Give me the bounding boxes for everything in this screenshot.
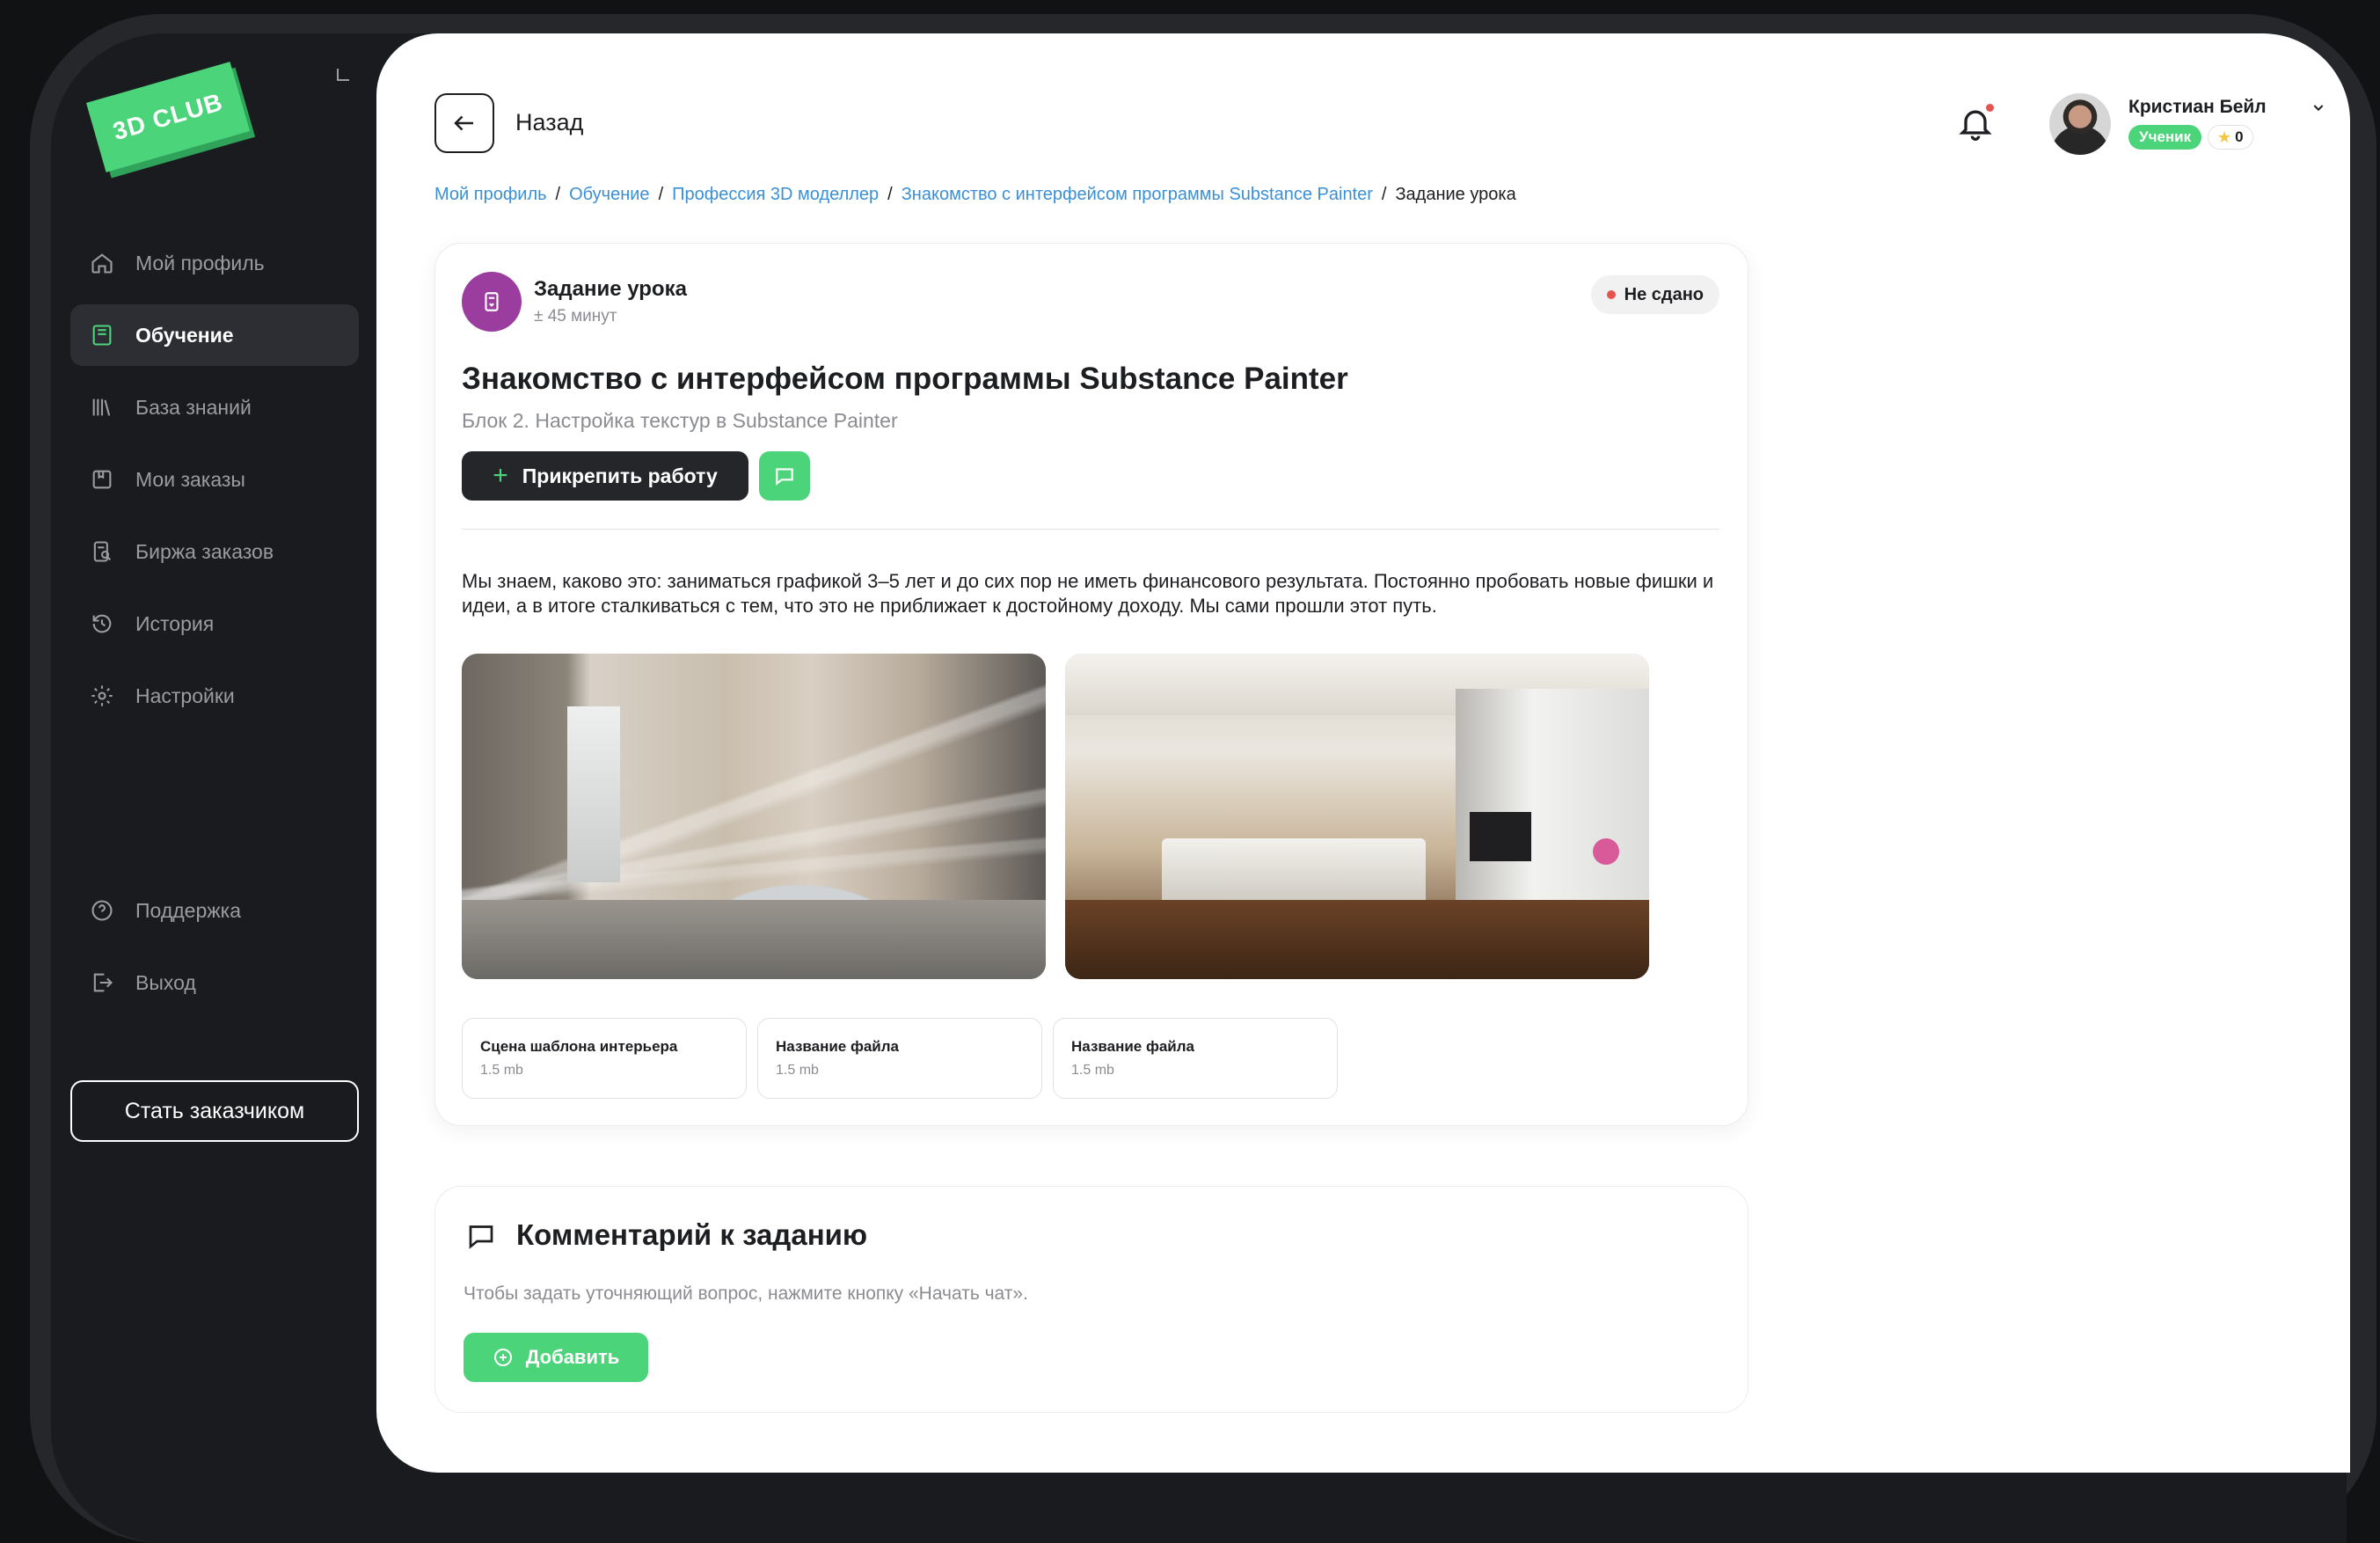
image-windows <box>1456 689 1649 918</box>
sidebar-item-profile[interactable]: Мой профиль <box>70 232 359 294</box>
star-icon: ★ <box>2217 128 2232 146</box>
sidebar-item-label: Настройки <box>135 684 235 707</box>
plus-circle-icon <box>493 1349 512 1366</box>
comment-icon <box>469 1225 493 1249</box>
file-name: Название файла <box>1071 1038 1195 1055</box>
attach-work-label: Прикрепить работу <box>522 464 718 487</box>
sidebar-item-settings[interactable]: Настройки <box>70 665 359 727</box>
file-list: Сцена шаблона интерьера 1.5 mb Название … <box>462 1018 1338 1099</box>
orders-icon <box>90 467 114 492</box>
sidebar-nav: Мой профиль Обучение База знаний Мои зак… <box>70 232 359 737</box>
logo[interactable]: 3D CLUB <box>85 62 251 172</box>
back-button[interactable] <box>434 93 494 153</box>
avatar[interactable] <box>2049 93 2111 155</box>
breadcrumb-separator: / <box>555 185 561 204</box>
task-duration: ± 45 минут <box>534 307 617 325</box>
logo-text: 3D CLUB <box>109 87 226 146</box>
back-label[interactable]: Назад <box>515 109 583 136</box>
comment-card: Комментарий к заданию Чтобы задать уточн… <box>434 1186 1748 1413</box>
file-size: 1.5 mb <box>776 1063 819 1078</box>
chevron-down-icon[interactable] <box>2311 100 2325 114</box>
logout-icon <box>90 970 114 995</box>
task-subtitle: Блок 2. Настройка текстур в Substance Pa… <box>462 409 898 432</box>
image-floor <box>1065 900 1649 979</box>
image-floor <box>462 900 1046 979</box>
status-badge: Не сдано <box>1590 275 1719 314</box>
library-icon <box>90 395 114 420</box>
breadcrumb-separator: / <box>1381 185 1387 204</box>
file-item[interactable]: Название файла 1.5 mb <box>1053 1018 1338 1099</box>
sidebar-item-label: База знаний <box>135 395 252 419</box>
sidebar-item-label: Обучение <box>135 323 234 347</box>
gear-icon <box>90 684 114 708</box>
breadcrumb-link[interactable]: Мой профиль <box>434 185 547 205</box>
sidebar-item-logout[interactable]: Выход <box>70 952 359 1013</box>
book-icon <box>90 323 114 347</box>
become-customer-button[interactable]: Стать заказчиком <box>70 1080 359 1142</box>
main-content: Назад Кристиан Бейл Ученик ★ 0 Мой профил… <box>376 33 2350 1473</box>
status-dot <box>1606 290 1616 299</box>
task-icon <box>462 272 522 332</box>
sidebar-item-label: Мои заказы <box>135 467 245 491</box>
role-badge: Ученик <box>2128 125 2202 150</box>
breadcrumb-current: Задание урока <box>1395 185 1516 204</box>
sidebar-item-label: Биржа заказов <box>135 539 274 563</box>
add-comment-button[interactable]: Добавить <box>464 1333 648 1382</box>
image-flower <box>1593 838 1619 865</box>
breadcrumb-separator: / <box>658 185 664 204</box>
chat-button[interactable] <box>759 451 810 501</box>
sidebar-item-label: Выход <box>135 970 196 994</box>
sidebar-item-my-orders[interactable]: Мои заказы <box>70 449 359 510</box>
interior-image-2[interactable] <box>1065 654 1649 979</box>
notification-dot <box>1986 104 1994 112</box>
sidebar-item-knowledge-base[interactable]: База знаний <box>70 377 359 438</box>
attach-work-button[interactable]: + Прикрепить работу <box>462 451 748 501</box>
sidebar-item-learning[interactable]: Обучение <box>70 304 359 366</box>
chat-icon <box>776 468 793 486</box>
user-name[interactable]: Кристиан Бейл <box>2128 97 2267 118</box>
arrow-left-icon <box>454 115 473 131</box>
history-icon <box>90 611 114 636</box>
sidebar-item-label: История <box>135 611 215 635</box>
image-window <box>567 706 620 882</box>
plus-icon: + <box>493 461 508 490</box>
task-description: Мы знаем, каково это: заниматься графико… <box>462 570 1714 617</box>
sidebar-item-label: Поддержка <box>135 898 241 922</box>
file-item[interactable]: Сцена шаблона интерьера 1.5 mb <box>462 1018 747 1099</box>
points-badge: ★ 0 <box>2208 125 2253 150</box>
breadcrumb-link[interactable]: Профессия 3D моделлер <box>672 185 879 205</box>
add-comment-label: Добавить <box>525 1346 620 1368</box>
breadcrumb-link[interactable]: Обучение <box>569 185 649 205</box>
sidebar-item-order-exchange[interactable]: Биржа заказов <box>70 521 359 582</box>
file-size: 1.5 mb <box>1071 1063 1114 1078</box>
breadcrumb: Мой профиль / Обучение / Профессия 3D моде… <box>434 185 1516 205</box>
divider <box>462 529 1719 530</box>
comment-title: Комментарий к заданию <box>516 1218 868 1251</box>
sidebar-bottom-nav: Поддержка Выход <box>70 880 359 1024</box>
points-value: 0 <box>2235 128 2244 145</box>
file-size: 1.5 mb <box>480 1063 523 1078</box>
home-icon <box>90 251 114 275</box>
file-item[interactable]: Название файла 1.5 mb <box>757 1018 1042 1099</box>
image-tv <box>1470 812 1531 861</box>
help-icon <box>90 898 114 923</box>
sidebar: 3D CLUB Мой профиль Обучение База знаний… <box>51 33 429 1543</box>
file-name: Сцена шаблона интерьера <box>480 1038 678 1055</box>
comment-hint: Чтобы задать уточняющий вопрос, нажмите … <box>464 1283 1028 1304</box>
exchange-icon <box>90 539 114 564</box>
sidebar-item-history[interactable]: История <box>70 593 359 654</box>
breadcrumb-separator: / <box>887 185 893 204</box>
collapse-sidebar-icon[interactable] <box>337 69 349 81</box>
sidebar-item-support[interactable]: Поддержка <box>70 880 359 941</box>
task-label: Задание урока <box>534 277 687 301</box>
breadcrumb-link[interactable]: Знакомство с интерфейсом программы Subst… <box>902 185 1373 205</box>
task-title: Знакомство с интерфейсом программы Subst… <box>462 362 1348 396</box>
file-name: Название файла <box>776 1038 900 1055</box>
status-text: Не сдано <box>1624 284 1704 304</box>
interior-image-1[interactable] <box>462 654 1046 979</box>
task-card: Задание урока ± 45 минут Не сдано Знаком… <box>434 243 1748 1126</box>
sidebar-item-label: Мой профиль <box>135 251 265 274</box>
